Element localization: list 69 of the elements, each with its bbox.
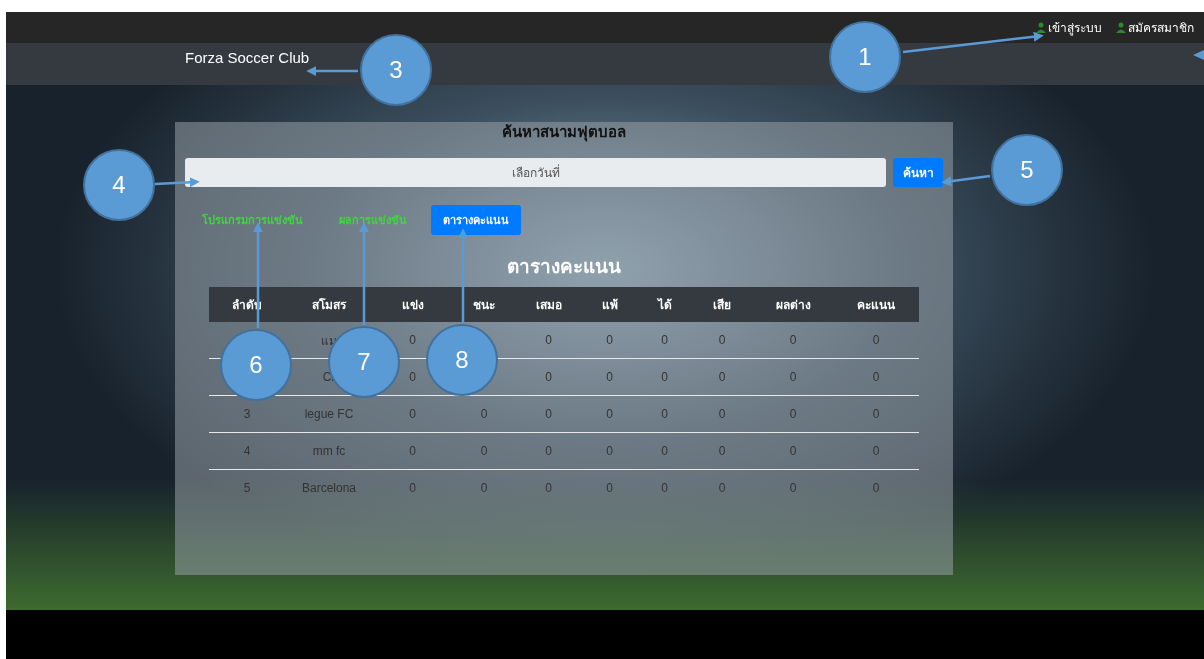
table-cell-text: 0 — [788, 407, 798, 421]
table-cell-text: 0 — [660, 333, 669, 347]
column-header: ได้ — [656, 297, 673, 314]
table-cell-text: 0 — [717, 481, 727, 495]
table-cell-text: 4 — [242, 444, 252, 458]
table-cell-text: 0 — [788, 444, 798, 458]
annotation-arrow — [941, 174, 991, 187]
table-cell-text: 0 — [544, 333, 553, 347]
table-cell-text: 0 — [660, 370, 669, 384]
column-header: ชนะ — [472, 297, 496, 314]
table-cell-text: 0 — [408, 407, 417, 421]
table-cell-text: 0 — [660, 444, 669, 458]
table-cell-text: 0 — [717, 407, 727, 421]
column-header: คะแนน — [856, 297, 896, 314]
table-cell-text: 0 — [544, 481, 553, 495]
table-cell-text: 0 — [605, 481, 614, 495]
table-cell-text: mm fc — [311, 444, 347, 458]
annotation-arrow — [154, 177, 200, 188]
table-cell-text: 0 — [788, 481, 798, 495]
table-cell-text: 0 — [788, 370, 798, 384]
table-cell-text: 0 — [605, 407, 614, 421]
table-cell-text: 0 — [717, 444, 727, 458]
table-cell-text: 0 — [479, 444, 489, 458]
annotation-arrow — [306, 66, 358, 76]
date-field[interactable]: เลือกวันที่ — [185, 158, 886, 187]
user-icon — [1116, 22, 1126, 33]
table-cell-text: 0 — [408, 370, 417, 384]
table-cell-text: 0 — [871, 444, 881, 458]
column-header: ผลต่าง — [774, 297, 812, 314]
tab[interactable]: ตารางคะแนน — [431, 205, 521, 235]
table-title: ตารางคะแนน — [507, 255, 621, 279]
header-link[interactable]: เข้าสู่ระบบ — [1036, 18, 1102, 37]
table-cell-text: 0 — [660, 407, 669, 421]
table-cell-text: legue FC — [303, 407, 355, 421]
column-header: สโมสร — [311, 297, 348, 314]
table-cell-text: 3 — [242, 407, 252, 421]
table-cell-text: Barcelona — [300, 481, 357, 495]
tab[interactable]: ผลการแข่งขัน — [327, 205, 419, 235]
table-cell-text: 5 — [242, 481, 252, 495]
brand-name[interactable]: Forza Soccer Club — [185, 48, 310, 66]
table-cell-text: 0 — [717, 333, 727, 347]
table-cell-text: 0 — [605, 444, 614, 458]
table-cell-text: 0 — [871, 370, 881, 384]
table-cell-text: 0 — [788, 333, 798, 347]
table-cell-text: 0 — [479, 481, 489, 495]
table-cell-text: 0 — [871, 481, 881, 495]
table-cell-text: 0 — [660, 481, 669, 495]
table-cell-text: 0 — [544, 370, 553, 384]
table-cell-text: 0 — [871, 333, 881, 347]
table-cell-text: 0 — [479, 407, 489, 421]
annotation-arrow — [1193, 50, 1204, 60]
panel-title: ค้นหาสนามฟุตบอล — [502, 122, 626, 142]
header-link[interactable]: สมัครสมาชิก — [1116, 18, 1194, 37]
column-header: แพ้ — [600, 297, 619, 314]
table-cell-text: 0 — [408, 444, 417, 458]
table-cell-text: 0 — [605, 333, 614, 347]
search-button[interactable]: ค้นหา — [893, 158, 943, 187]
tab[interactable]: โปรแกรมการแข่งขัน — [190, 205, 315, 235]
table-cell-text: 0 — [544, 444, 553, 458]
column-header: แข่ง — [400, 297, 425, 314]
table-cell-text: 0 — [408, 333, 417, 347]
table-cell-text: 0 — [408, 481, 417, 495]
table-cell-text: 0 — [544, 407, 553, 421]
user-icon — [1036, 22, 1046, 33]
column-header: เสมอ — [534, 297, 563, 314]
table-cell-text: 0 — [605, 370, 614, 384]
table-cell-text: 0 — [717, 370, 727, 384]
column-header: เสีย — [712, 297, 732, 314]
table-cell-text: 0 — [871, 407, 881, 421]
